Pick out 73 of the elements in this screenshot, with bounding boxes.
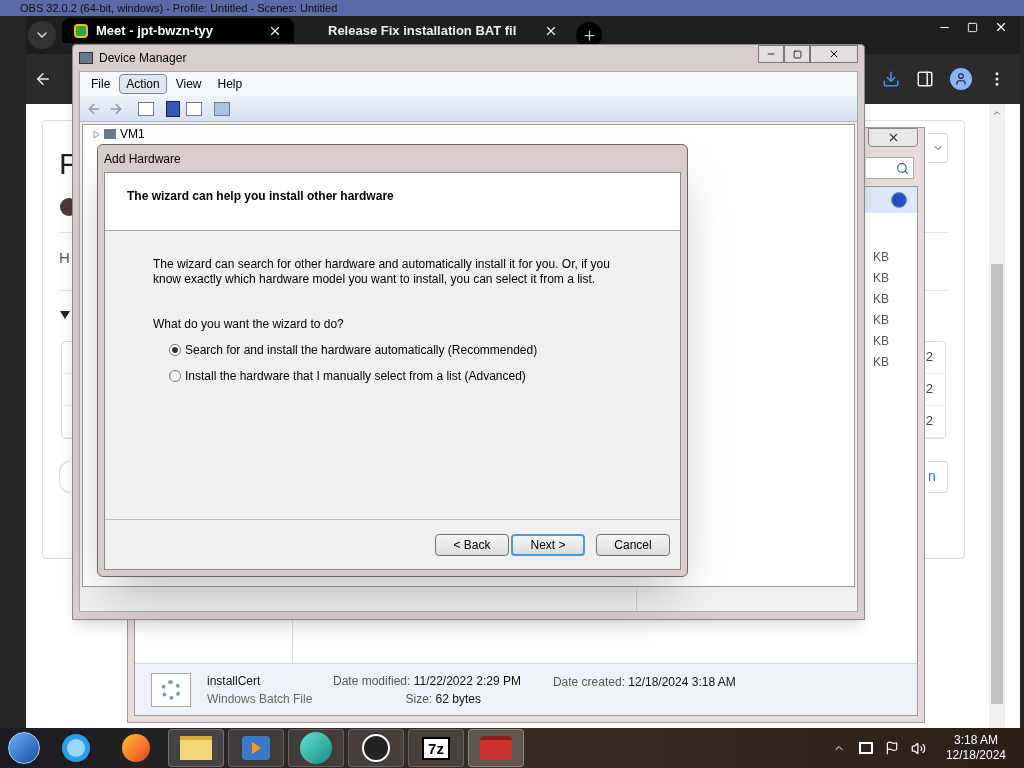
download-icon[interactable] xyxy=(882,70,900,88)
menu-item[interactable]: Action xyxy=(119,74,167,94)
maximize-icon[interactable] xyxy=(967,21,978,33)
row-value: 2 xyxy=(925,348,933,367)
field-value: 11/22/2022 2:29 PM xyxy=(413,673,521,688)
action-button[interactable]: n xyxy=(928,460,948,493)
profile-icon[interactable] xyxy=(950,68,972,90)
file-size: KB xyxy=(873,354,889,370)
menu-item[interactable]: File xyxy=(84,74,118,94)
dialog-button[interactable]: Next > xyxy=(511,533,585,556)
maximize-button[interactable] xyxy=(784,45,810,63)
scroll-up-icon[interactable] xyxy=(992,108,1002,118)
close-button[interactable] xyxy=(810,45,858,63)
video-icon xyxy=(74,23,88,38)
file-size: KB xyxy=(873,312,889,328)
close-icon xyxy=(828,48,840,60)
file-name: installCert xyxy=(207,672,262,690)
browser-tab[interactable]: Meet - jpt-bwzn-tyy xyxy=(62,18,294,43)
radio-button[interactable] xyxy=(169,344,181,356)
file-type: Windows Batch File xyxy=(207,690,314,708)
file-size: KB xyxy=(873,270,889,286)
field-label: Date created: xyxy=(552,675,625,689)
page-text: H xyxy=(59,248,70,268)
folder-icon[interactable] xyxy=(168,729,224,767)
tab-title: Meet - jpt-bwzn-tyy xyxy=(96,21,214,40)
menu-item[interactable]: Help xyxy=(210,74,250,94)
plus-icon xyxy=(581,27,597,43)
search-field[interactable] xyxy=(866,157,914,179)
scroll-thumb[interactable] xyxy=(991,264,1003,704)
radio-button[interactable] xyxy=(169,370,181,382)
row-value: 2 xyxy=(925,412,933,431)
file-size: KB xyxy=(873,249,889,265)
tab-list-button[interactable] xyxy=(28,21,56,49)
speaker-icon[interactable] xyxy=(910,740,926,756)
expand-icon[interactable] xyxy=(93,130,100,138)
gear-file-icon xyxy=(151,672,191,707)
archive-app[interactable]: 7z xyxy=(408,729,464,767)
field-value: 62 bytes xyxy=(435,691,481,706)
wizard-description: The wizard can search for other hardware and automatically install it for you. Or, if you know exactly which hardware model you want to install, you can select it from a list. xyxy=(153,257,611,287)
play-icon[interactable] xyxy=(228,729,284,767)
option-label: Install the hardware that I manually select from a list (Advanced) xyxy=(185,368,526,385)
tab-title: Release Fix installation BAT fil xyxy=(327,21,518,40)
field-value: 12/18/2024 3:18 AM xyxy=(628,675,736,689)
file-size: KB xyxy=(873,291,889,307)
browser-tab[interactable]: Release Fix installation BAT fil xyxy=(300,18,570,43)
clock-time: 3:18 AM xyxy=(953,733,998,748)
clock-date: 12/18/2024 xyxy=(945,748,1006,763)
window-title: Device Manager xyxy=(99,50,187,67)
menu-item[interactable]: View xyxy=(168,74,209,94)
maximize-icon xyxy=(792,49,802,59)
flag-icon[interactable] xyxy=(884,741,899,755)
option-label: Search for and install the hardware automatically (Recommended) xyxy=(185,342,538,359)
wizard-header: The wizard can help you install other hardware xyxy=(127,189,394,203)
side-panel-icon[interactable] xyxy=(916,70,934,88)
computer-icon xyxy=(79,52,93,64)
search-icon xyxy=(896,161,909,175)
close-icon[interactable] xyxy=(994,20,1008,34)
minimize-button[interactable] xyxy=(758,45,784,63)
back-icon[interactable] xyxy=(34,70,52,88)
field-label: Size: xyxy=(405,691,433,706)
network-icon[interactable] xyxy=(858,742,873,754)
wizard-question: What do you want the wizard to do? xyxy=(153,316,345,333)
dialog-button[interactable]: Cancel xyxy=(596,533,670,556)
file-size: KB xyxy=(873,333,889,349)
window-title: OBS 32.0.2 (64-bit, windows) - Profile: Untitled - Scenes: Untitled xyxy=(20,1,338,15)
row-value: 2 xyxy=(925,380,933,399)
record-icon[interactable] xyxy=(348,729,404,767)
close-button[interactable] xyxy=(868,128,918,147)
field-label: Date modified: xyxy=(333,673,411,688)
dialog-button[interactable]: < Back xyxy=(435,533,509,556)
computer-icon xyxy=(104,129,116,139)
dialog-title: Add Hardware xyxy=(104,150,181,168)
tree-item[interactable]: VM1 xyxy=(120,125,145,143)
